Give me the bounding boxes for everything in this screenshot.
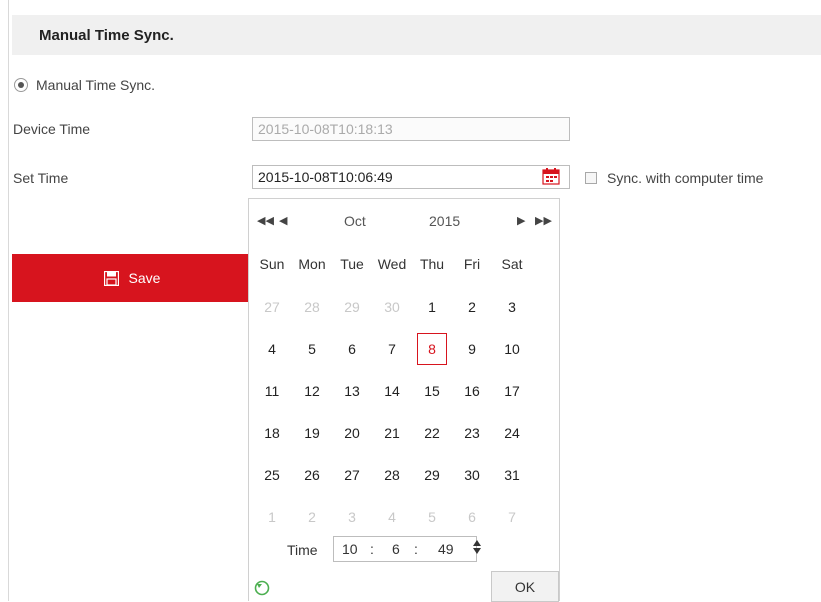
date-picker-popup: ◀◀ ◀ Oct 2015 ▶ ▶▶ Sun Mon Tue Wed Thu Fri Sat… [248,198,560,602]
day-cell[interactable]: 20 [337,419,367,447]
ok-button[interactable]: OK [491,571,559,602]
device-time-label: Device Time [13,121,91,137]
day-cell[interactable]: 5 [297,335,327,363]
day-cell[interactable]: 26 [297,461,327,489]
day-cell[interactable]: 1 [417,293,447,321]
second-field[interactable]: 49 [438,541,454,557]
sync-computer-time-label: Sync. with computer time [607,170,764,186]
day-cell[interactable]: 10 [497,335,527,363]
day-cell[interactable]: 24 [497,419,527,447]
time-spinner-icon[interactable] [472,534,482,560]
weekday-header: Wed [377,256,407,272]
day-cell[interactable]: 30 [457,461,487,489]
day-cell[interactable]: 7 [497,503,527,531]
weekday-header: Sun [259,256,285,272]
day-cell[interactable]: 21 [377,419,407,447]
day-cell[interactable]: 27 [337,461,367,489]
minute-field[interactable]: 6 [392,541,400,557]
year-label[interactable]: 2015 [429,213,460,229]
day-cell[interactable]: 3 [337,503,367,531]
day-cell[interactable]: 5 [417,503,447,531]
day-cell[interactable]: 12 [297,377,327,405]
device-time-field: 2015-10-08T10:18:13 [252,117,570,141]
weekday-header: Thu [419,256,445,272]
section-header: Manual Time Sync. [12,15,821,55]
prev-year-button[interactable]: ◀◀ [257,214,274,227]
weekday-header: Sat [501,256,523,272]
day-cell[interactable]: 30 [377,293,407,321]
day-cell[interactable]: 4 [257,335,287,363]
ok-button-label: OK [514,578,536,595]
day-cell[interactable]: 28 [297,293,327,321]
next-year-button[interactable]: ▶▶ [535,214,552,227]
day-cell[interactable]: 4 [377,503,407,531]
day-cell[interactable]: 17 [497,377,527,405]
time-separator: : [414,541,418,557]
day-cell[interactable]: 22 [417,419,447,447]
set-time-label: Set Time [13,170,69,186]
day-cell[interactable]: 6 [457,503,487,531]
save-button-label: Save [128,270,161,286]
day-cell[interactable]: 25 [257,461,287,489]
day-cell[interactable]: 18 [257,419,287,447]
save-icon [103,270,119,286]
day-cell[interactable]: 13 [337,377,367,405]
set-time-field[interactable]: 2015-10-08T10:06:49 [252,165,570,189]
day-cell[interactable]: 28 [377,461,407,489]
day-cell[interactable]: 31 [497,461,527,489]
day-cell[interactable]: 23 [457,419,487,447]
day-cell[interactable]: 15 [417,377,447,405]
day-cell[interactable]: 27 [257,293,287,321]
section-title: Manual Time Sync. [39,27,174,44]
manual-sync-radio-label: Manual Time Sync. [36,77,156,93]
day-cell[interactable]: 14 [377,377,407,405]
sync-computer-time-checkbox[interactable] [585,172,597,184]
day-cell[interactable]: 11 [257,377,287,405]
day-cell[interactable]: 19 [297,419,327,447]
day-cell[interactable]: 2 [297,503,327,531]
prev-month-button[interactable]: ◀ [279,214,287,227]
day-cell[interactable]: 6 [337,335,367,363]
save-button[interactable]: Save [12,254,252,302]
calendar-icon[interactable] [542,168,560,185]
reset-icon[interactable] [254,580,270,596]
time-label: Time [287,542,318,558]
day-cell[interactable]: 7 [377,335,407,363]
day-cell[interactable]: 16 [457,377,487,405]
time-input[interactable]: 10 : 6 : 49 [333,536,477,562]
day-cell[interactable]: 9 [457,335,487,363]
hour-field[interactable]: 10 [342,541,358,557]
manual-sync-radio-row[interactable]: Manual Time Sync. [14,77,155,93]
month-label[interactable]: Oct [344,213,366,229]
weekday-header: Tue [340,256,364,272]
time-separator: : [370,541,374,557]
weekday-header: Mon [298,256,326,272]
day-cell[interactable]: 29 [417,461,447,489]
next-month-button[interactable]: ▶ [517,214,525,227]
manual-sync-radio[interactable] [14,78,28,92]
weekday-header: Fri [463,256,481,272]
day-cell[interactable]: 3 [497,293,527,321]
selected-day-cell[interactable]: 8 [417,333,447,365]
day-cell[interactable]: 2 [457,293,487,321]
sync-computer-time-row[interactable]: Sync. with computer time [585,170,763,186]
day-cell[interactable]: 1 [257,503,287,531]
day-cell[interactable]: 29 [337,293,367,321]
